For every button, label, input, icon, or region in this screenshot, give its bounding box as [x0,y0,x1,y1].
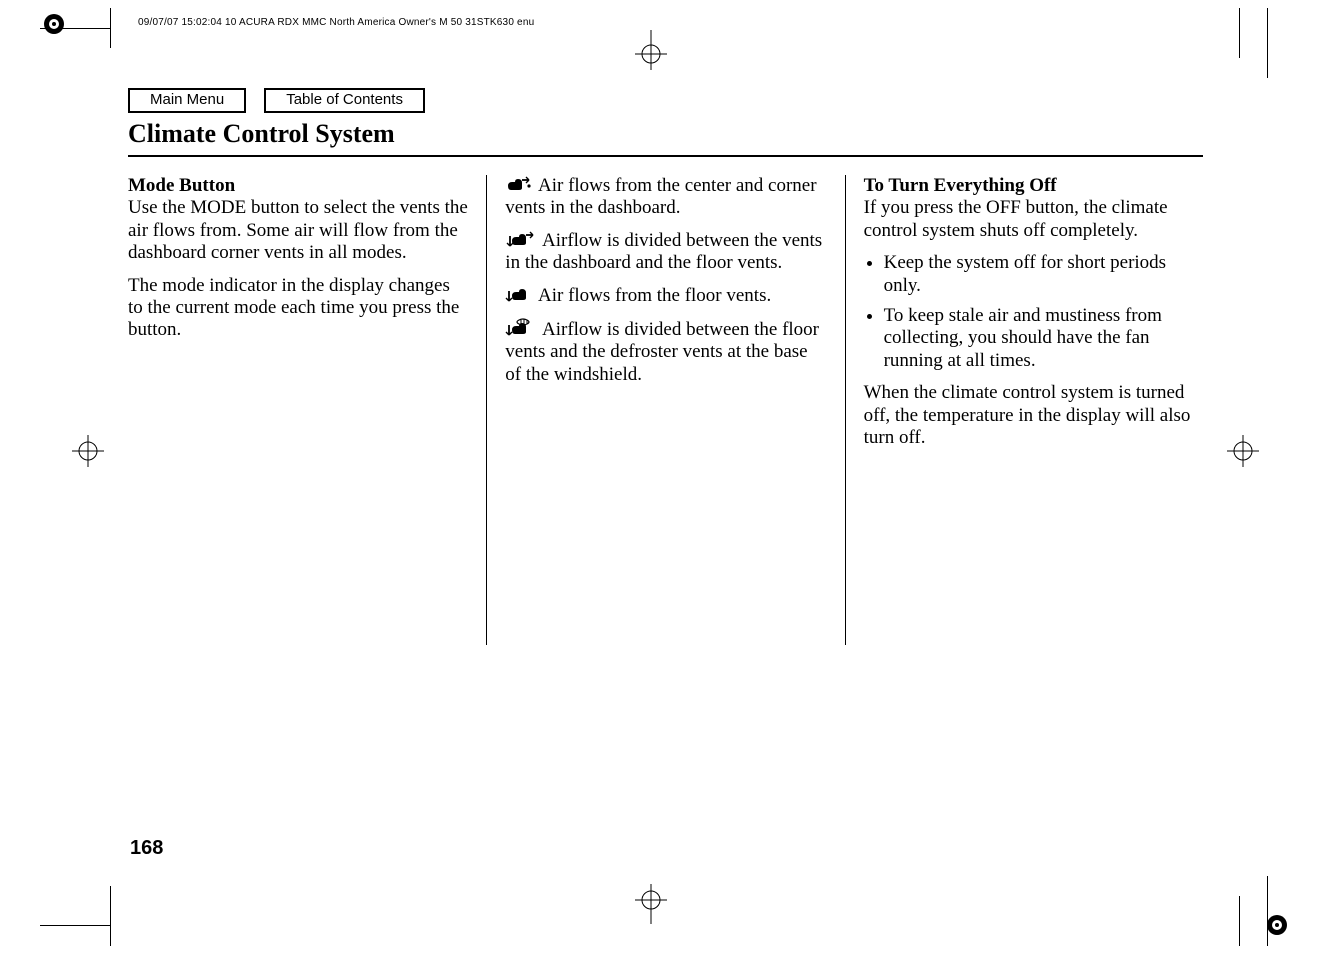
main-menu-button[interactable]: Main Menu [128,88,246,113]
face-vent-icon [505,175,534,196]
off-text-2: When the climate control system is turne… [864,382,1203,449]
page-title: Climate Control System [128,119,1203,149]
off-bullet-2: To keep stale air and mustiness from col… [884,305,1203,372]
mode1-text: Air flows from the center and corner ven… [505,175,816,218]
mode2-text: Airflow is divided between the vents in … [505,230,822,273]
mode-button-text-1: Use the MODE button to select the vents … [128,197,468,263]
off-bullet-1: Keep the system off for short periods on… [884,252,1203,297]
mode-button-heading: Mode Button [128,175,235,196]
mode-button-text-2: The mode indicator in the display change… [128,275,468,342]
mode4-text: Airflow is divided between the floor ven… [505,319,819,385]
page-number: 168 [130,837,163,860]
registration-dot-tl [40,10,68,43]
off-text-1: If you press the OFF button, the climate… [864,197,1168,240]
floor-vent-icon [505,285,534,306]
toc-button[interactable]: Table of Contents [264,88,425,113]
mode3-text: Air flows from the floor vents. [538,285,771,306]
side-cross-left [72,435,104,472]
floor-defrost-vent-icon [505,319,538,340]
registration-mark-top [635,30,667,70]
registration-mark-bottom [635,884,667,924]
off-heading: To Turn Everything Off [864,175,1057,196]
side-cross-right [1227,435,1259,472]
title-rule [128,155,1203,157]
registration-dot-br [1263,911,1291,944]
face-floor-vent-icon [505,230,538,251]
print-header: 09/07/07 15:02:04 10 ACURA RDX MMC North… [138,17,534,28]
